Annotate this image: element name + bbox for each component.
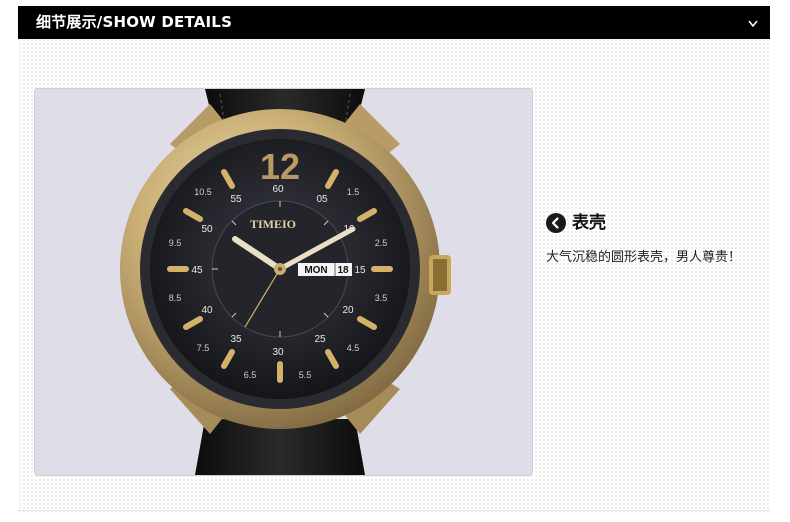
dial-number: 15: [354, 265, 366, 276]
section-title: 细节展示/SHOW DETAILS: [36, 13, 233, 31]
dial-number: 50: [201, 224, 213, 235]
dial-number: 45: [191, 265, 203, 276]
bezel-number: 5.5: [299, 370, 312, 380]
bezel-number: 10.5: [194, 187, 212, 197]
dial-number: 55: [230, 194, 242, 205]
divider: [18, 510, 770, 511]
dial-number: 40: [201, 305, 213, 316]
dial-number: 05: [316, 194, 328, 205]
dial-number: 25: [314, 334, 326, 345]
dial-number: 60: [272, 184, 284, 195]
bezel-number: 7.5: [197, 343, 210, 353]
bezel-number: 2.5: [375, 238, 388, 248]
feature-description: 大气沉稳的圆形表壳，男人尊贵！: [546, 250, 742, 265]
back-arrow-icon[interactable]: [546, 213, 566, 233]
section-header-bar: 细节展示/SHOW DETAILS: [18, 6, 770, 39]
brand-logo: TIMEIO: [250, 217, 296, 231]
dial-number: 30: [272, 347, 284, 358]
day-window: MON: [304, 265, 327, 276]
dial-numeral-12: 12: [260, 146, 300, 187]
bezel-number: 1.5: [347, 187, 360, 197]
bezel-number: 4.5: [347, 343, 360, 353]
date-window: 18: [337, 265, 349, 276]
chevron-down-icon[interactable]: [746, 16, 760, 30]
watch-illustration: 12 TIMEIO MON 18 60 05 10 15 20 25 30 35…: [120, 89, 451, 475]
bezel-number: 8.5: [169, 293, 182, 303]
bezel-number: 3.5: [375, 293, 388, 303]
bezel-number: 9.5: [169, 238, 182, 248]
bezel-number: 6.5: [244, 370, 257, 380]
dial-number: 20: [342, 305, 354, 316]
dial-number: 35: [230, 334, 242, 345]
product-photo: 12 TIMEIO MON 18 60 05 10 15 20 25 30 35…: [34, 88, 533, 476]
feature-title: 表壳: [572, 213, 606, 233]
